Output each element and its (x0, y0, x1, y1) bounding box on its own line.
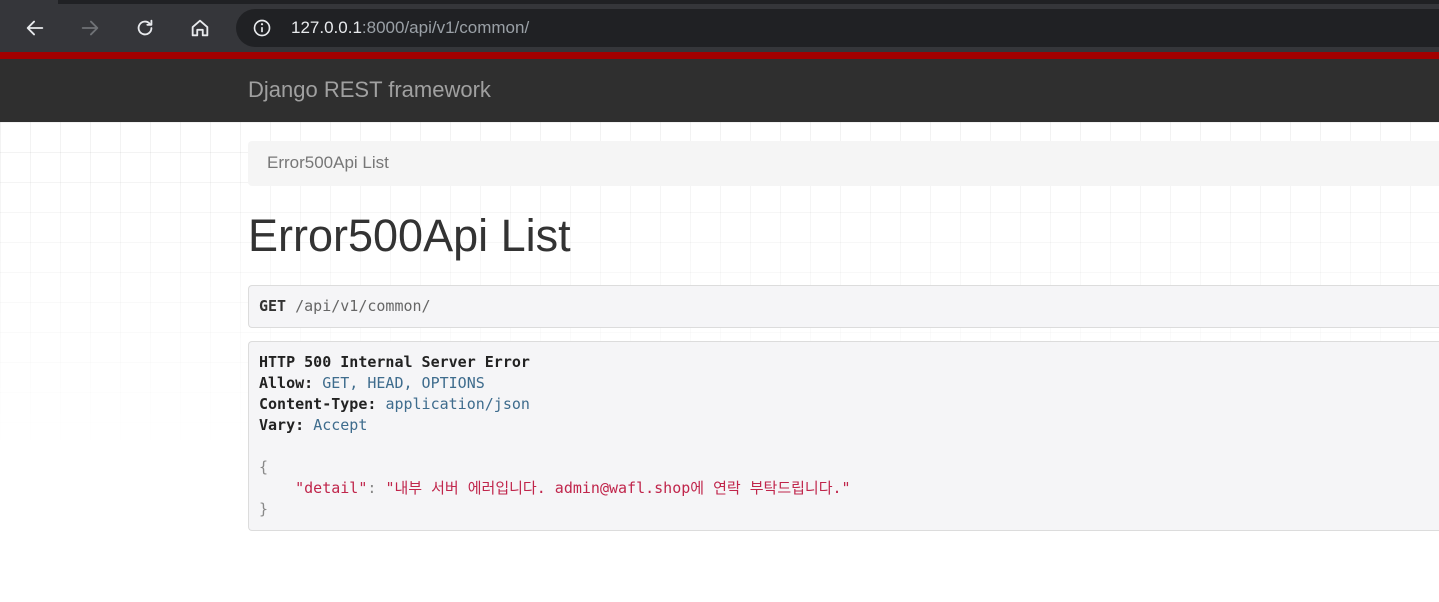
request-method: GET (259, 297, 287, 315)
forward-button[interactable] (73, 11, 107, 45)
json-key: "detail" (295, 479, 368, 497)
json-open-brace: { (259, 458, 269, 476)
response-header-vary: Vary: Accept (259, 415, 1429, 436)
browser-toolbar: 127.0.0.1:8000/api/v1/common/ (0, 0, 1439, 52)
reload-button[interactable] (128, 11, 162, 45)
url-path: :8000/api/v1/common/ (361, 18, 530, 37)
response-header-content-type: Content-Type: application/json (259, 394, 1429, 415)
json-separator: : (367, 479, 386, 497)
forward-arrow-icon (81, 20, 99, 36)
navbar: Django REST framework (0, 52, 1439, 122)
breadcrumb: Error500Api List (248, 141, 1439, 186)
address-bar[interactable]: 127.0.0.1:8000/api/v1/common/ (236, 9, 1439, 47)
reload-icon (137, 19, 153, 36)
json-close-brace: } (259, 500, 269, 518)
home-icon (191, 19, 209, 37)
json-detail-line: "detail": "내부 서버 에러입니다. admin@wafl.shop에… (259, 478, 1429, 499)
home-button[interactable] (183, 11, 217, 45)
header-name: Vary: (259, 416, 305, 434)
request-path: /api/v1/common/ (295, 297, 431, 315)
header-value: GET, HEAD, OPTIONS (322, 374, 485, 392)
breadcrumb-item-current[interactable]: Error500Api List (267, 153, 389, 172)
response-info: HTTP 500 Internal Server Error Allow: GET… (248, 341, 1439, 531)
active-tab[interactable] (0, 0, 58, 4)
tab-strip (0, 0, 1439, 4)
url-host: 127.0.0.1 (291, 18, 362, 37)
request-info: GET /api/v1/common/ (248, 285, 1439, 328)
back-arrow-icon (26, 20, 44, 36)
header-name: Content-Type: (259, 395, 377, 413)
response-status-line: HTTP 500 Internal Server Error (259, 353, 530, 371)
page-title: Error500Api List (248, 210, 571, 261)
response-header-allow: Allow: GET, HEAD, OPTIONS (259, 373, 1429, 394)
header-value: Accept (313, 416, 368, 434)
back-button[interactable] (18, 11, 52, 45)
json-value: "내부 서버 에러입니다. admin@wafl.shop에 연락 부탁드립니다… (385, 479, 851, 497)
header-name: Allow: (259, 374, 314, 392)
site-info-icon[interactable] (251, 17, 273, 39)
address-url[interactable]: 127.0.0.1:8000/api/v1/common/ (291, 18, 529, 38)
header-value: application/json (385, 395, 530, 413)
navbar-brand-link[interactable]: Django REST framework (248, 77, 491, 103)
